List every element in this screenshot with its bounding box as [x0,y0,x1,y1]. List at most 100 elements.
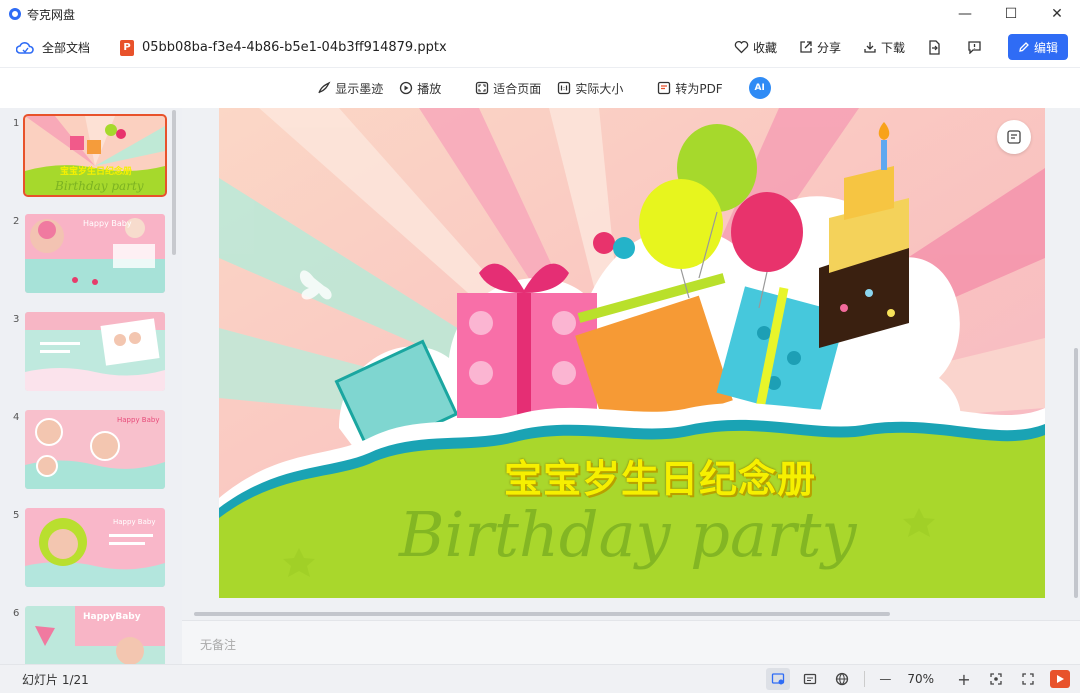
slide-thumbnail-2[interactable]: 2 Happy Baby [10,214,170,296]
app-logo-icon [9,8,21,20]
fit-page-icon [476,81,489,95]
download-icon [864,42,876,53]
share-button[interactable]: 分享 [799,39,841,56]
thumbnail-number: 2 [13,216,20,227]
slideshow-play-button[interactable] [1050,670,1070,688]
convert-pdf-button[interactable]: 转为PDF [657,80,723,97]
thumbnail-image: HappyBaby [25,606,165,664]
fullscreen-button[interactable] [1016,668,1040,690]
notes-panel[interactable]: 无备注 [182,620,1080,664]
vertical-scrollbar[interactable] [1074,348,1078,598]
heart-icon [734,40,749,54]
thumbnail-number: 5 [13,510,20,521]
svg-text:Happy Baby: Happy Baby [83,219,132,228]
pdf-icon [658,81,671,95]
view-toolbar: 显示墨迹 播放 适合页面 实际大小 转为PDF AI [0,68,1080,108]
download-button[interactable]: 下载 [863,39,905,56]
fit-page-label: 适合页面 [493,81,542,96]
slide-thumbnail-6[interactable]: 6 HappyBaby [10,606,170,664]
all-documents-link[interactable]: 全部文档 [16,39,90,56]
slide-thumbnail-5[interactable]: 5 Happy Baby [10,508,170,590]
normal-view-icon [772,673,785,685]
actual-size-button[interactable]: 实际大小 [557,80,623,97]
all-documents-label: 全部文档 [42,41,91,55]
header-actions: 收藏 分享 下载 编辑 [712,34,1068,60]
play-button[interactable]: 播放 [399,80,441,97]
notes-view-icon [804,673,817,685]
slide-thumbnail-panel: 1 宝宝岁生日纪念册 Birthday party 2 Happy Baby 3… [0,108,182,664]
download-label: 下载 [880,40,905,55]
zoom-out-button[interactable]: — [873,668,897,690]
share-icon [800,41,812,53]
slide-thumbnail-4[interactable]: 4 Happy Baby [10,410,170,492]
ink-icon [318,81,331,94]
globe-icon [836,672,849,686]
fit-screen-button[interactable] [984,668,1008,690]
horizontal-scrollbar[interactable] [194,612,890,616]
slide-title[interactable]: 宝宝岁生日纪念册 [504,448,816,503]
play-label: 播放 [417,81,442,96]
favorite-button[interactable]: 收藏 [734,39,777,56]
actual-size-label: 实际大小 [575,81,624,96]
svg-text:Happy Baby: Happy Baby [113,518,156,526]
pptx-file-icon: P [120,39,135,56]
notes-view-button[interactable] [798,668,822,690]
slide-viewer: 宝宝岁生日纪念册 Birthday party 无备注 [182,108,1080,664]
show-ink-label: 显示墨迹 [335,81,384,96]
edit-label: 编辑 [1033,40,1058,55]
fullscreen-icon [1022,673,1034,685]
thumbnail-image [25,312,165,391]
feedback-button[interactable] [967,40,986,54]
svg-text:宝宝岁生日纪念册: 宝宝岁生日纪念册 [60,165,132,177]
thumbnail-number: 1 [13,118,20,129]
fit-screen-icon [990,673,1002,685]
share-label: 分享 [816,40,841,55]
status-controls: — 70% + [758,668,1070,690]
slide-thumbnail-1[interactable]: 1 宝宝岁生日纪念册 Birthday party [10,114,170,198]
slide-tool-button[interactable] [997,120,1031,154]
zoom-in-button[interactable]: + [952,668,976,690]
normal-view-button[interactable] [766,668,791,690]
edit-button[interactable]: 编辑 [1008,34,1068,60]
web-view-button[interactable] [830,668,854,690]
file-export-icon [929,39,940,55]
divider [864,671,866,687]
document-header: 全部文档 P 05bb08ba-f3e4-4b86-b5e1-04b3ff914… [0,28,1080,68]
minimize-button[interactable]: — [942,0,988,28]
feedback-icon [968,41,981,54]
favorite-label: 收藏 [752,40,777,55]
title-bar: 夸克网盘 — ☐ ✕ [0,0,1080,28]
play-circle-icon [400,81,413,95]
fit-page-button[interactable]: 适合页面 [475,80,541,97]
status-bar: 幻灯片 1/21 — 70% + [0,664,1080,693]
window-controls: — ☐ ✕ [942,0,1080,28]
show-ink-button[interactable]: 显示墨迹 [317,80,383,97]
pen-icon [1019,42,1029,52]
thumbnail-number: 3 [13,314,20,325]
thumbnail-image: Happy Baby [25,214,165,293]
zoom-level: 70% [907,672,934,686]
actual-size-icon [558,81,571,95]
sidebar-scrollbar[interactable] [172,110,176,255]
svg-text:Happy Baby: Happy Baby [117,416,160,424]
thumbnail-image: 宝宝岁生日纪念册 Birthday party [23,114,167,197]
thumbnail-number: 4 [13,412,20,423]
file-name-text: 05bb08ba-f3e4-4b86-b5e1-04b3ff914879.ppt… [142,40,447,55]
file-title: P 05bb08ba-f3e4-4b86-b5e1-04b3ff914879.p… [120,39,447,56]
notes-placeholder: 无备注 [200,638,237,652]
slide-thumbnail-3[interactable]: 3 [10,312,170,394]
cloud-icon [16,41,34,54]
app-name: 夸克网盘 [27,7,76,22]
play-icon [1057,675,1064,683]
slide-subtitle[interactable]: Birthday party [399,498,857,571]
thumbnail-image: Happy Baby [25,410,165,489]
close-button[interactable]: ✕ [1034,0,1080,28]
svg-text:HappyBaby: HappyBaby [83,612,141,622]
current-slide: 宝宝岁生日纪念册 Birthday party [219,108,1045,598]
ai-assistant-button[interactable]: AI [748,77,771,99]
convert-pdf-label: 转为PDF [675,81,723,96]
export-button[interactable] [927,39,945,55]
maximize-button[interactable]: ☐ [988,0,1034,28]
svg-text:Birthday party: Birthday party [54,179,144,193]
thumbnail-image: Happy Baby [25,508,165,587]
